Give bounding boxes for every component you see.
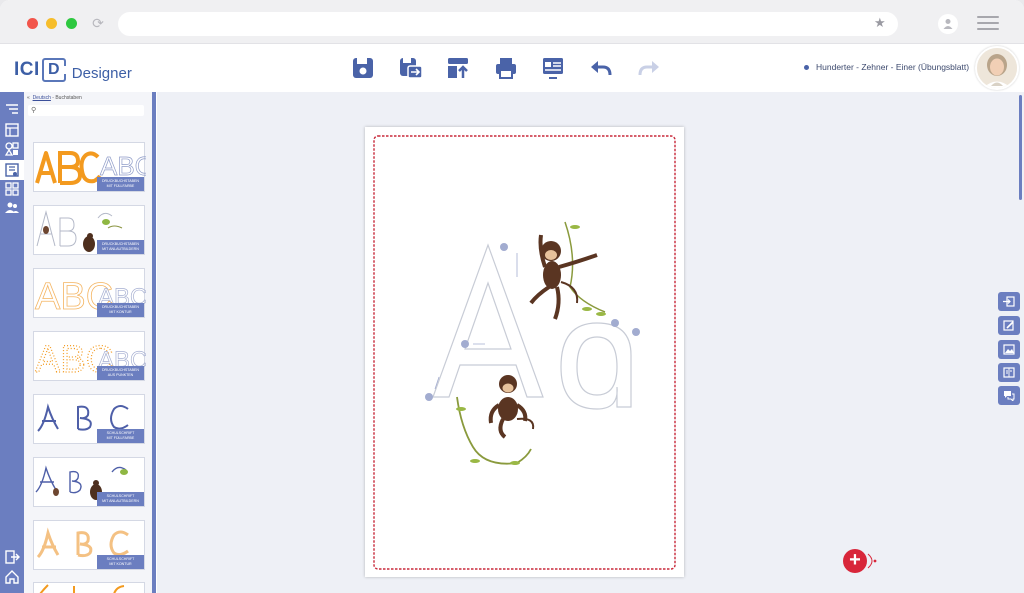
library-search-input[interactable]: ⚲ <box>28 105 144 116</box>
close-window-button[interactable] <box>27 18 38 29</box>
template-card-druckbuchstaben-fuellfarbe[interactable]: ABC Druckbuchstaben mit Füllfarbe <box>33 142 146 192</box>
book-icon <box>1003 367 1015 378</box>
undo-button[interactable] <box>589 56 615 82</box>
worksheet-artwork <box>373 135 676 570</box>
book-button[interactable] <box>998 363 1020 382</box>
template-card-label: Schulschrift mit Füllfarbe <box>97 429 144 443</box>
template-card-label: Druckbuchstaben mit Kontur <box>97 303 144 317</box>
left-nav-rail <box>0 92 24 593</box>
export-icon <box>448 58 468 78</box>
search-icon: ⚲ <box>31 107 37 114</box>
breadcrumb-current: - Buchstaben <box>50 95 82 101</box>
template-card-label: Druckbuchstaben aus Punkten <box>97 366 144 380</box>
grid-icon[interactable] <box>4 181 20 197</box>
redo-icon <box>638 61 659 76</box>
export-button[interactable] <box>446 56 472 82</box>
browser-window: ⟳ ★ ICI D Designer Hunderter - Zehner - … <box>0 0 1024 593</box>
save-as-icon <box>400 58 423 79</box>
layout-icon[interactable] <box>4 122 20 138</box>
library-icon[interactable] <box>4 162 20 178</box>
edit-button[interactable] <box>998 316 1020 335</box>
logo-d: D <box>41 58 67 82</box>
template-card-druckbuchstaben-punkte[interactable]: ABC ABC Druckbuchstaben aus Punkten <box>33 331 146 382</box>
user-portrait-icon <box>977 48 1017 88</box>
template-card-schulschrift-fuellfarbe[interactable]: Schulschrift mit Füllfarbe <box>33 394 145 444</box>
logo-ici: ICI <box>14 59 40 80</box>
chat-icon <box>1004 391 1015 401</box>
save-button[interactable] <box>351 56 377 82</box>
insert-image-button[interactable] <box>998 340 1020 359</box>
template-card-druckbuchstaben-anlautbilder[interactable]: Druckbuchstaben mit Anlautbildern <box>33 205 145 255</box>
people-icon[interactable] <box>4 200 20 216</box>
browser-profile-button[interactable] <box>938 14 958 34</box>
status-dot <box>804 65 809 71</box>
address-bar[interactable]: ★ <box>118 12 898 36</box>
template-thumbnail <box>39 584 125 593</box>
add-element-button[interactable]: + <box>843 549 867 573</box>
image-icon <box>1003 344 1015 355</box>
save-as-button[interactable] <box>398 56 424 82</box>
home-icon[interactable] <box>4 569 20 585</box>
comments-button[interactable] <box>998 386 1020 405</box>
document-title: Hunderter - Zehner - Einer (Übungsblatt) <box>816 62 970 72</box>
save-icon <box>353 58 373 78</box>
reload-icon[interactable]: ⟳ <box>90 15 106 31</box>
edit-icon <box>1003 320 1014 331</box>
panel-scrollbar[interactable] <box>152 92 156 593</box>
import-icon <box>1003 296 1015 307</box>
breadcrumb: « Deutsch - Buchstaben <box>27 95 82 101</box>
app-logo[interactable]: ICI D Designer <box>14 56 132 84</box>
print-button[interactable] <box>494 56 520 82</box>
redo-button[interactable] <box>637 56 663 82</box>
undo-icon <box>591 61 612 76</box>
template-card-label: Schulschrift mit Kontur <box>97 555 144 569</box>
preview-button[interactable] <box>541 56 567 82</box>
worksheet-page[interactable] <box>365 127 684 577</box>
maximize-window-button[interactable] <box>66 18 77 29</box>
template-card-label: Druckbuchstaben mit Füllfarbe <box>97 177 144 191</box>
template-card-schulschrift-anlautbilder[interactable]: Schulschrift mit Anlautbildern <box>33 457 145 507</box>
browser-menu-icon[interactable] <box>977 16 999 30</box>
logout-icon[interactable] <box>4 549 20 565</box>
logo-designer: Designer <box>71 64 132 82</box>
person-icon <box>943 19 953 29</box>
menu-icon[interactable] <box>4 101 20 117</box>
template-card-label: Schulschrift mit Anlautbildern <box>97 492 144 506</box>
shapes-icon[interactable] <box>4 141 20 157</box>
document-title-dropdown[interactable]: Hunderter - Zehner - Einer (Übungsblatt)… <box>804 62 981 72</box>
template-card-partial[interactable] <box>33 582 145 593</box>
canvas-scrollbar[interactable] <box>1019 95 1022 200</box>
insert-page-button[interactable] <box>998 292 1020 311</box>
breadcrumb-link-deutsch[interactable]: Deutsch <box>33 95 51 101</box>
fab-arc-icon <box>867 553 877 569</box>
template-card-druckbuchstaben-kontur[interactable]: ABC ABC Druckbuchstaben mit Kontur <box>33 268 146 318</box>
template-card-schulschrift-kontur[interactable]: Schulschrift mit Kontur <box>33 520 145 570</box>
minimize-window-button[interactable] <box>46 18 57 29</box>
print-icon <box>496 58 516 79</box>
back-chevron-icon[interactable]: « <box>27 95 30 101</box>
user-avatar[interactable] <box>975 46 1019 90</box>
browser-chrome: ⟳ ★ <box>0 0 1024 44</box>
preview-icon <box>543 58 563 79</box>
template-card-label: Druckbuchstaben mit Anlautbildern <box>97 240 144 254</box>
bookmark-star-icon[interactable]: ★ <box>874 16 888 30</box>
